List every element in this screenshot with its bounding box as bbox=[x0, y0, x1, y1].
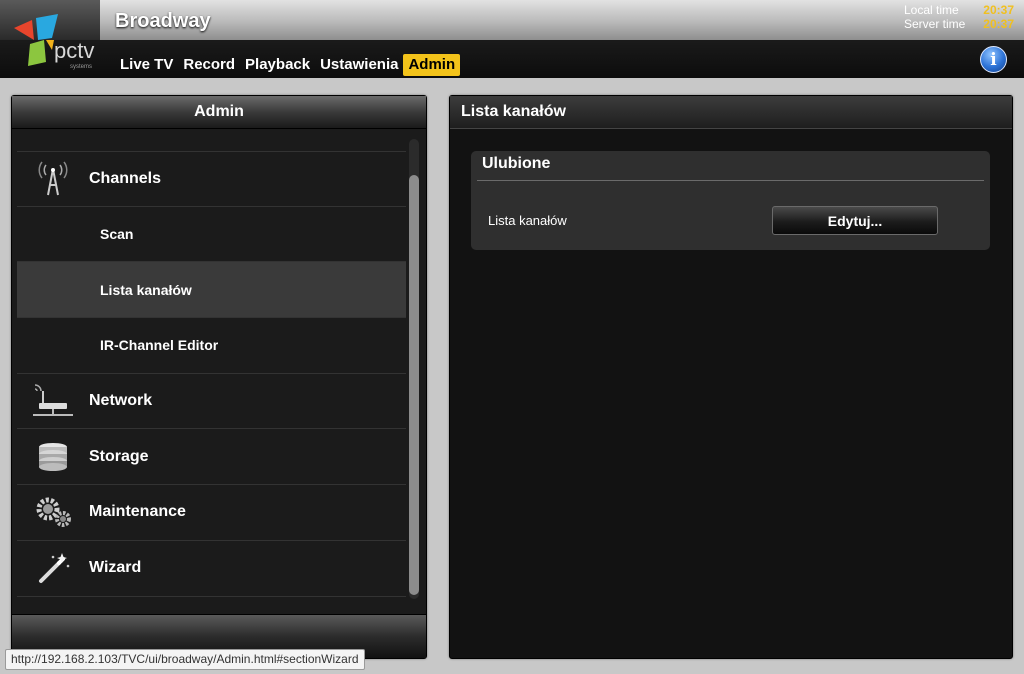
logo-text: pctv bbox=[54, 38, 94, 63]
menu-item-label: Wizard bbox=[89, 559, 142, 577]
menu-item-storage[interactable]: Storage bbox=[17, 429, 406, 486]
edit-button[interactable]: Edytuj... bbox=[772, 206, 938, 235]
menu-item-ir-channel-editor[interactable]: IR-Channel Editor bbox=[17, 318, 406, 374]
favorites-section: Ulubione Lista kanałów Edytuj... bbox=[471, 151, 990, 250]
server-time-row: Server time 20:37 bbox=[904, 17, 1014, 31]
info-icon[interactable]: i bbox=[980, 46, 1007, 73]
server-time-value: 20:37 bbox=[983, 17, 1014, 31]
top-header: pctv systems Broadway Local time 20:37 S… bbox=[0, 0, 1024, 78]
menu-item-label: Maintenance bbox=[89, 503, 186, 521]
menu-item-lista-kanalow[interactable]: Lista kanałów bbox=[17, 262, 406, 319]
status-bar-url: http://192.168.2.103/TVC/ui/broadway/Adm… bbox=[5, 649, 365, 670]
admin-menu-list: Channels Scan Lista kanałów IR-Channel E… bbox=[17, 151, 406, 597]
nav-ustawienia[interactable]: Ustawienia bbox=[315, 54, 403, 76]
menu-item-label: IR-Channel Editor bbox=[100, 337, 219, 354]
server-time-label: Server time bbox=[904, 17, 966, 31]
menu-item-maintenance[interactable]: Maintenance bbox=[17, 485, 406, 541]
main-nav: Live TV Record Playback Ustawienia Admin bbox=[115, 54, 461, 76]
favorites-title: Ulubione bbox=[482, 155, 551, 172]
app-title: Broadway bbox=[115, 10, 211, 32]
menu-item-wizard[interactable]: Wizard bbox=[17, 541, 406, 597]
nav-admin[interactable]: Admin bbox=[403, 54, 461, 76]
pctv-logo[interactable]: pctv systems bbox=[10, 10, 106, 72]
channel-list-label: Lista kanałów bbox=[488, 213, 567, 228]
time-display: Local time 20:37 Server time 20:37 bbox=[904, 3, 1014, 31]
antenna-icon bbox=[25, 159, 81, 199]
local-time-value: 20:37 bbox=[983, 3, 1014, 17]
menu-item-label: Channels bbox=[89, 169, 162, 187]
menu-scrollbar[interactable] bbox=[409, 139, 419, 599]
nav-live-tv[interactable]: Live TV bbox=[115, 54, 178, 76]
menu-item-label: Scan bbox=[100, 226, 134, 243]
nav-record[interactable]: Record bbox=[178, 54, 240, 76]
network-icon bbox=[25, 381, 81, 421]
menu-item-scan[interactable]: Scan bbox=[17, 207, 406, 263]
menu-item-label: Network bbox=[89, 392, 153, 410]
menu-scrollbar-thumb[interactable] bbox=[409, 175, 419, 595]
section-divider bbox=[477, 180, 984, 181]
admin-menu-panel: Admin Channels Scan Lista kanałów IR-Cha… bbox=[11, 95, 427, 659]
local-time-row: Local time 20:37 bbox=[904, 3, 1014, 17]
content-panel: Lista kanałów Ulubione Lista kanałów Edy… bbox=[449, 95, 1013, 659]
nav-playback[interactable]: Playback bbox=[240, 54, 315, 76]
gears-icon bbox=[25, 492, 81, 532]
menu-item-channels[interactable]: Channels bbox=[17, 151, 406, 207]
logo-subtext: systems bbox=[70, 64, 92, 70]
local-time-label: Local time bbox=[904, 3, 959, 17]
admin-panel-title: Admin bbox=[12, 96, 426, 129]
content-panel-title: Lista kanałów bbox=[450, 96, 1012, 129]
menu-item-label: Lista kanałów bbox=[100, 281, 192, 298]
menu-item-network[interactable]: Network bbox=[17, 374, 406, 430]
wand-icon bbox=[25, 548, 81, 588]
menu-item-label: Storage bbox=[89, 447, 149, 465]
storage-icon bbox=[25, 437, 81, 477]
